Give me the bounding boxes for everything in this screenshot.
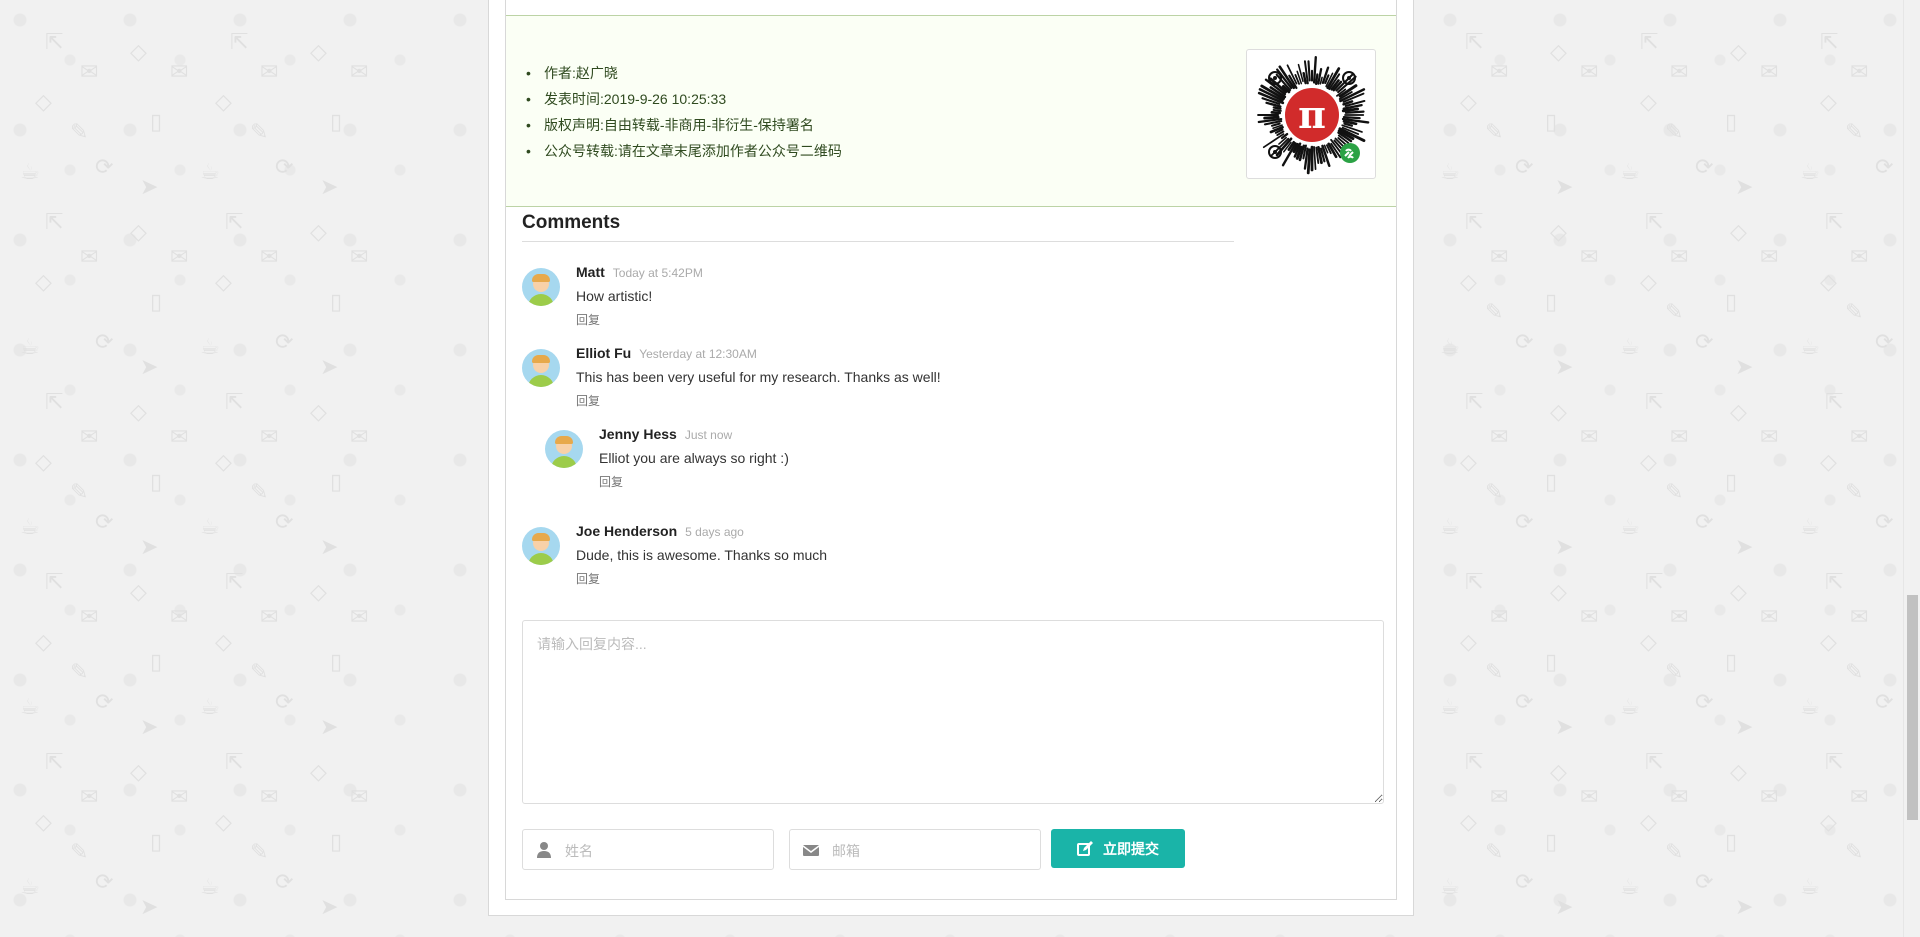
comment-text: Dude, this is awesome. Thanks so much [576, 547, 828, 563]
comment-text: This has been very useful for my researc… [576, 369, 941, 385]
comment-time: Yesterday at 12:30AM [639, 347, 757, 361]
publish-time-info: 发表时间:2019-9-26 10:25:33 [526, 89, 842, 115]
user-icon [537, 842, 551, 858]
article-info-box: 作者:赵广晓 发表时间:2019-9-26 10:25:33 版权声明:自由转载… [506, 15, 1396, 207]
avatar [545, 430, 583, 468]
comment-author[interactable]: Joe Henderson [576, 523, 677, 539]
author-info: 作者:赵广晓 [526, 63, 842, 89]
comment-author[interactable]: Matt [576, 264, 605, 280]
comments-heading: Comments [522, 212, 1234, 242]
reply-link[interactable]: 回复 [576, 570, 600, 587]
comment-time: Just now [684, 428, 733, 442]
comment-text: How artistic! [576, 288, 653, 304]
edit-icon [1077, 840, 1093, 856]
svg-text:π: π [1298, 92, 1326, 137]
reply-link[interactable]: 回复 [576, 311, 600, 328]
reply-link[interactable]: 回复 [576, 392, 600, 409]
name-input[interactable] [563, 830, 767, 871]
scrollbar-thumb[interactable] [1907, 595, 1918, 820]
comment-text: Elliot you are always so right :) [599, 450, 789, 466]
comment-time: Today at 5:42PM [612, 266, 703, 280]
qr-code: π [1246, 49, 1376, 179]
avatar [522, 268, 560, 306]
article-info-list: 作者:赵广晓 发表时间:2019-9-26 10:25:33 版权声明:自由转载… [526, 63, 842, 167]
comment-author[interactable]: Jenny Hess [599, 426, 677, 442]
comment-author[interactable]: Elliot Fu [576, 345, 631, 361]
repost-info: 公众号转载:请在文章末尾添加作者公众号二维码 [526, 141, 842, 167]
envelope-icon [802, 845, 820, 856]
comment-content: Matt Today at 5:42PM How artistic! 回复 [576, 264, 703, 329]
comment-time: 5 days ago [685, 525, 744, 539]
comment-content: Elliot Fu Yesterday at 12:30AM This has b… [576, 345, 941, 410]
copyright-info: 版权声明:自由转载-非商用-非衍生-保持署名 [526, 115, 842, 141]
comment-content: Jenny Hess Just now Elliot you are always… [599, 426, 789, 491]
email-input[interactable] [830, 830, 1034, 871]
article-card: 作者:赵广晓 发表时间:2019-9-26 10:25:33 版权声明:自由转载… [505, 0, 1397, 900]
article-container: 作者:赵广晓 发表时间:2019-9-26 10:25:33 版权声明:自由转载… [488, 0, 1414, 916]
name-field[interactable] [522, 829, 774, 871]
mini-program-qr-icon: π [1257, 55, 1370, 175]
email-field[interactable] [789, 829, 1041, 871]
avatar [522, 349, 560, 387]
reply-content-textarea[interactable] [522, 620, 1384, 804]
submit-label: 立即提交 [1103, 840, 1159, 857]
reply-link[interactable]: 回复 [599, 473, 623, 490]
comment-content: Joe Henderson 5 days ago Dude, this is aw… [576, 523, 827, 588]
avatar [522, 527, 560, 565]
vertical-scrollbar[interactable] [1903, 0, 1920, 937]
submit-button[interactable]: 立即提交 [1051, 829, 1185, 868]
